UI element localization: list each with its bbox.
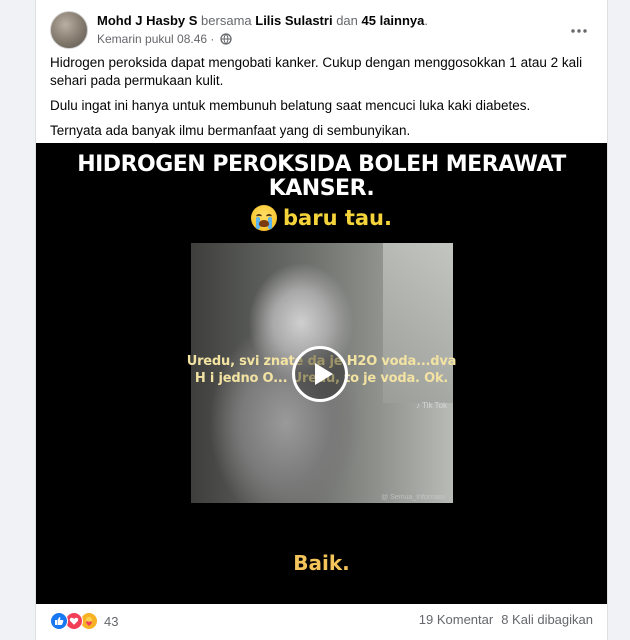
video-headline: HIDROGEN PEROKSIDA BOLEH MERAWAT KANSER. — [36, 153, 607, 201]
tagged-others[interactable]: 45 lainnya — [362, 13, 425, 28]
sub-headline-text: baru tau. — [283, 206, 392, 230]
and-word: dan — [336, 13, 358, 28]
play-button[interactable] — [292, 346, 348, 402]
post-paragraph: Ternyata ada banyak ilmu bermanfaat yang… — [50, 123, 411, 138]
tiktok-watermark: ♪ Tik Tok — [416, 401, 447, 410]
play-icon — [315, 363, 333, 385]
crying-face-emoji — [251, 205, 278, 231]
username-watermark: @ Semua_Informasi — [381, 494, 445, 501]
video-headline-line1: HIDROGEN PEROKSIDA BOLEH MERAWAT — [77, 152, 566, 177]
author-name[interactable]: Mohd J Hasby S — [97, 13, 197, 28]
post-paragraph: Hidrogen peroksida dapat mengobati kanke… — [50, 55, 583, 88]
more-options-button[interactable] — [565, 15, 593, 43]
globe-icon[interactable] — [220, 33, 232, 48]
video-bottom-caption: Baik. — [293, 551, 350, 575]
author-line: Mohd J Hasby S bersama Lilis Sulastri da… — [97, 13, 428, 29]
shares-count[interactable]: 8 Kali dibagikan — [501, 612, 593, 627]
video-sub-headline: baru tau. — [36, 205, 607, 231]
author-avatar[interactable] — [50, 11, 88, 49]
more-options-icon — [571, 20, 587, 38]
timestamp[interactable]: Kemarin pukul 08.46 — [97, 32, 207, 46]
period: . — [424, 13, 429, 28]
video-headline-line2: KANSER. — [268, 176, 375, 201]
reactions-summary[interactable]: 43 — [50, 612, 118, 630]
with-word: bersama — [201, 13, 252, 28]
meta-separator: · — [210, 32, 215, 46]
post-meta: Kemarin pukul 08.46 · — [97, 32, 232, 48]
reaction-count[interactable]: 43 — [104, 614, 118, 629]
engagement-stats: 19 Komentar 8 Kali dibagikan — [419, 612, 593, 627]
comments-count[interactable]: 19 Komentar — [419, 612, 493, 627]
post-header: Mohd J Hasby S bersama Lilis Sulastri da… — [50, 11, 593, 51]
post-card: Mohd J Hasby S bersama Lilis Sulastri da… — [35, 0, 608, 640]
post-footer: 43 19 Komentar 8 Kali dibagikan — [50, 612, 593, 632]
tagged-person[interactable]: Lilis Sulastri — [255, 13, 332, 28]
like-icon — [50, 612, 68, 630]
post-paragraph: Dulu ingat ini hanya untuk membunuh bela… — [50, 98, 531, 113]
video-player[interactable]: HIDROGEN PEROKSIDA BOLEH MERAWAT KANSER.… — [36, 143, 607, 604]
post-text: Hidrogen peroksida dapat mengobati kanke… — [50, 54, 595, 147]
